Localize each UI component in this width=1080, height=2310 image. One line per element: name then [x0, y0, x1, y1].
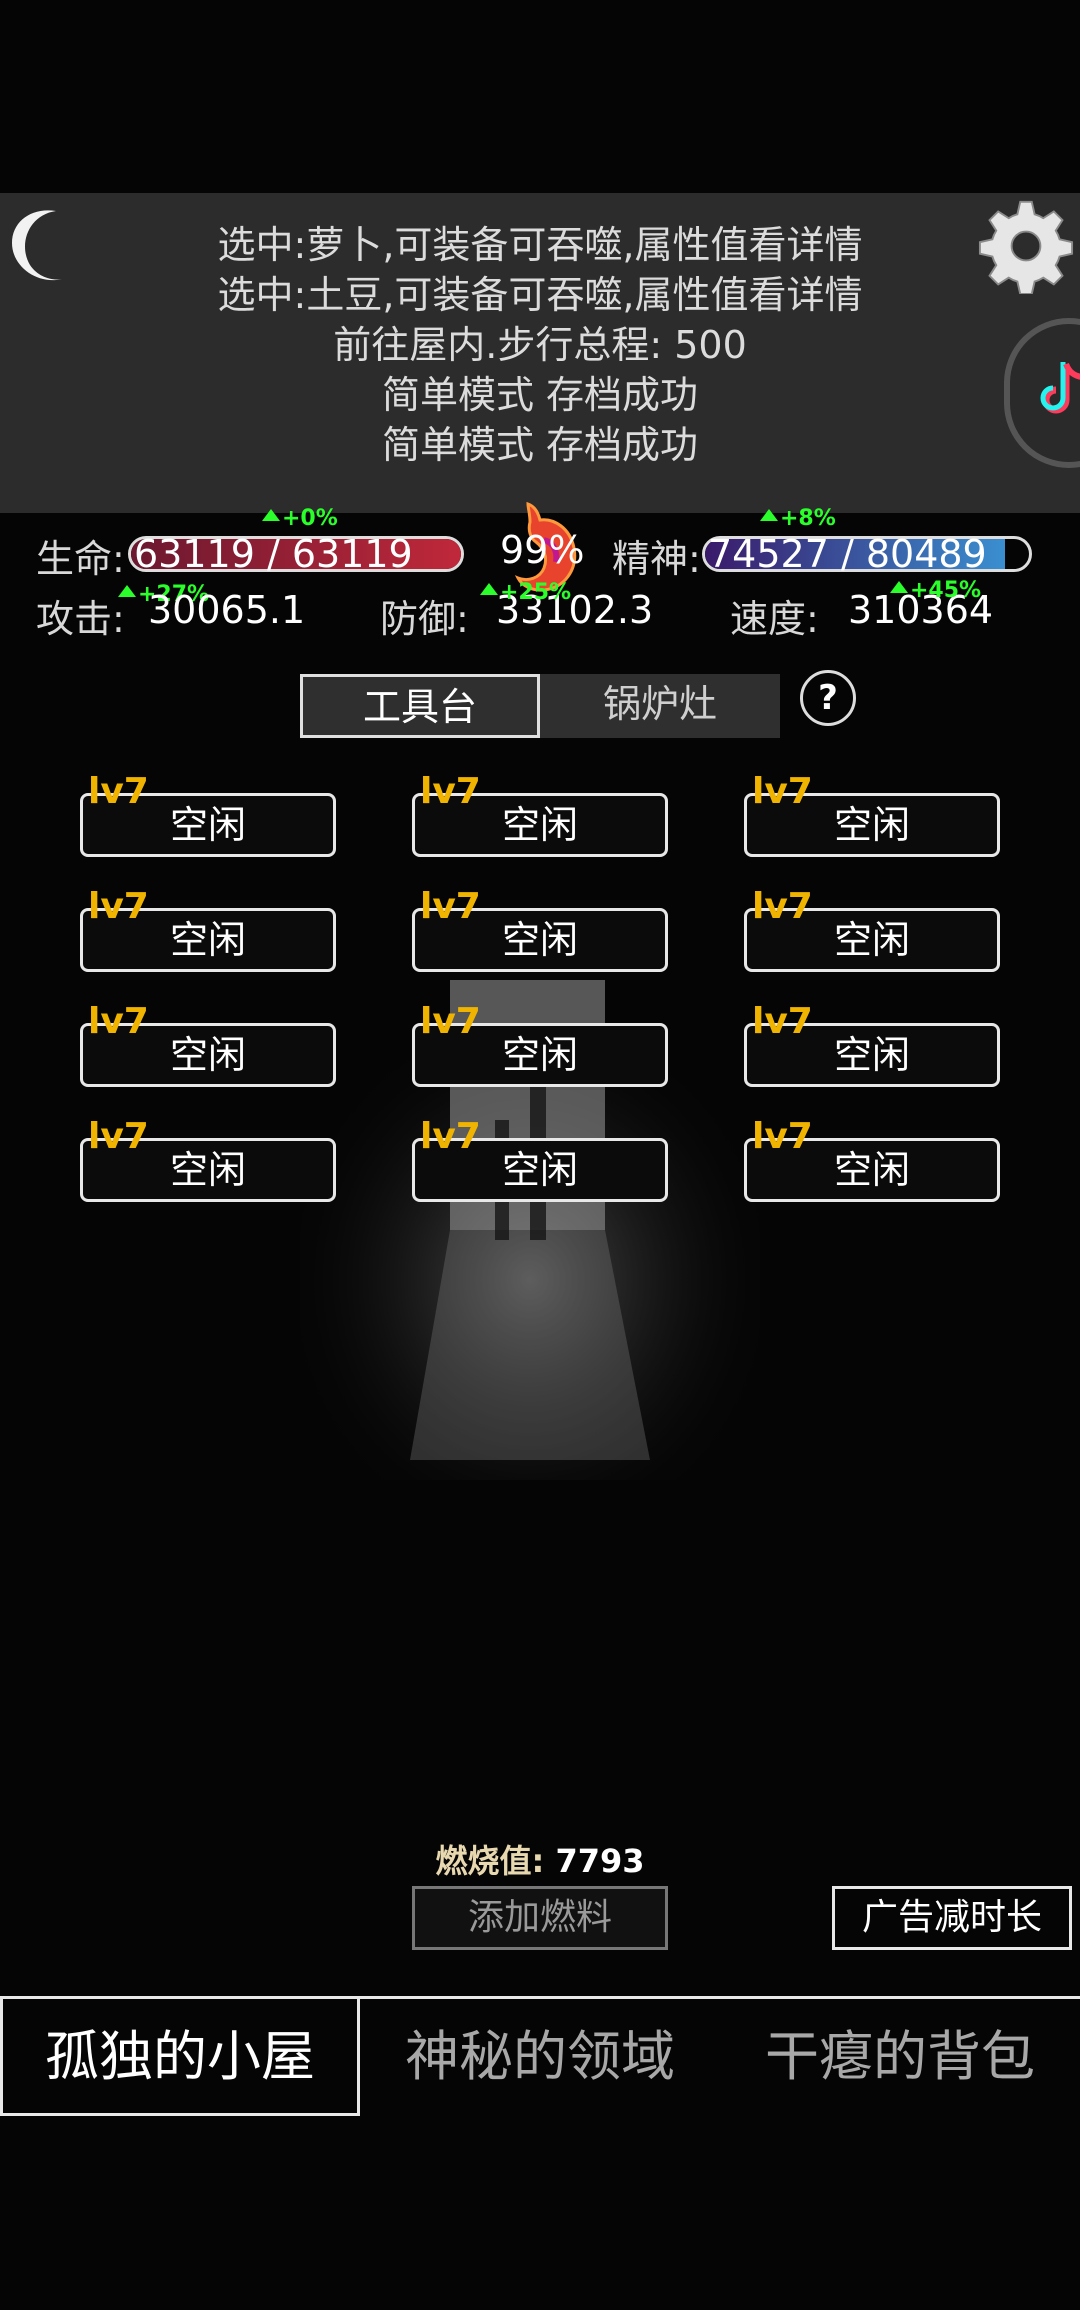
slot-status: 空闲	[169, 803, 246, 847]
hp-label: 生命:	[36, 537, 125, 581]
log-line: 简单模式 存档成功	[381, 373, 699, 417]
slot-status: 空闲	[501, 1148, 578, 1192]
ad-reduce-time-button[interactable]: 广告减时长	[832, 1886, 1072, 1950]
defense-bonus: +25%	[480, 580, 571, 605]
spirit-value: 74527 / 80489	[708, 532, 987, 576]
moon-icon[interactable]	[8, 205, 66, 285]
hp-value: 63119 / 63119	[134, 532, 413, 576]
nav-tab-backpack[interactable]: 干瘪的背包	[720, 1996, 1080, 2116]
stomach-value: 99%	[500, 528, 585, 572]
slot-status: 空闲	[169, 918, 246, 962]
tab-boiler[interactable]: 锅炉灶	[540, 674, 780, 738]
slot-status: 空闲	[501, 1033, 578, 1077]
slot-level: lv7	[88, 1116, 149, 1157]
slot-status: 空闲	[833, 1033, 910, 1077]
burn-value: 7793	[555, 1842, 645, 1880]
slot-level: lv7	[752, 1116, 813, 1157]
slot-level: lv7	[752, 771, 813, 812]
log-line: 简单模式 存档成功	[381, 423, 699, 467]
slot-status: 空闲	[833, 918, 910, 962]
defense-label: 防御:	[380, 597, 469, 641]
spirit-bonus: +8%	[760, 506, 836, 531]
slot-status: 空闲	[169, 1148, 246, 1192]
speed-bonus: +45%	[890, 578, 981, 603]
burn-value-label: 燃烧值: 7793	[435, 1842, 645, 1880]
log-line: 前往屋内.步行总程: 500	[333, 323, 747, 367]
slot-level: lv7	[420, 771, 481, 812]
nav-tab-hut[interactable]: 孤独的小屋	[0, 1996, 360, 2116]
attack-label: 攻击:	[36, 597, 125, 641]
slot-level: lv7	[88, 771, 149, 812]
slot-status: 空闲	[833, 803, 910, 847]
slot-level: lv7	[752, 1001, 813, 1042]
nav-tab-domain[interactable]: 神秘的领域	[360, 1996, 720, 2116]
slot-level: lv7	[420, 1001, 481, 1042]
log-line: 选中:土豆,可装备可吞噬,属性值看详情	[217, 273, 863, 317]
log-line: 选中:萝卜,可装备可吞噬,属性值看详情	[217, 223, 863, 267]
slot-status: 空闲	[501, 803, 578, 847]
slot-level: lv7	[88, 1001, 149, 1042]
attack-value: 30065.1	[148, 588, 306, 632]
help-icon[interactable]: ?	[800, 670, 856, 726]
slot-status: 空闲	[833, 1148, 910, 1192]
slot-level: lv7	[420, 1116, 481, 1157]
speed-label: 速度:	[730, 597, 819, 641]
add-fuel-button[interactable]: 添加燃料	[412, 1886, 668, 1950]
hp-bonus: +0%	[262, 506, 338, 531]
slot-status: 空闲	[501, 918, 578, 962]
slot-level: lv7	[420, 886, 481, 927]
slot-level: lv7	[752, 886, 813, 927]
slot-level: lv7	[88, 886, 149, 927]
spirit-label: 精神:	[612, 537, 701, 581]
tab-workbench[interactable]: 工具台	[300, 674, 540, 738]
gear-icon[interactable]	[978, 198, 1074, 294]
slot-status: 空闲	[169, 1033, 246, 1077]
